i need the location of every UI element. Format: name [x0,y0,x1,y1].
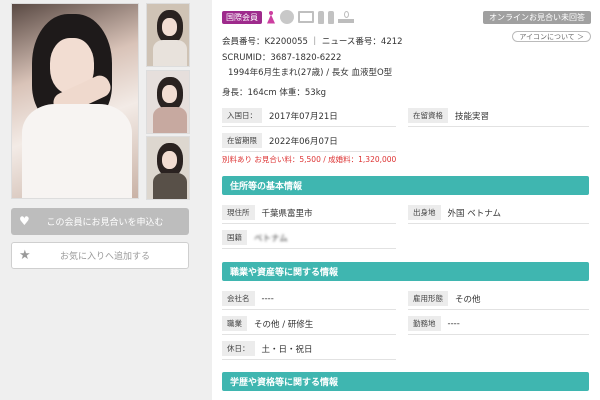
workplace-value: ---- [447,318,460,329]
employment-type-label: 雇用形態 [408,291,448,306]
left-column: ♥ この会員にお見合いを申込む ★ お気に入りへ追加する [0,0,200,400]
entry-date-value: 2017年07月21日 [269,111,338,122]
employment-type-value: その他 [455,294,481,305]
workplace-label: 勤務地 [408,316,441,331]
education-section-header: 学歴や資格等に関する情報 [222,372,589,391]
add-favorite-label: お気に入りへ追加する [59,252,150,262]
entry-date-label: 入国日： [222,108,262,123]
current-address-label: 現住所 [222,205,255,220]
residence-status-label: 在留資格 [408,108,448,123]
holiday-field: 休日： 土・日・祝日 [222,338,396,360]
nationality-label: 国籍 [222,230,247,245]
hometown-label: 出身地 [408,205,441,220]
thumbnail-photo[interactable] [146,136,190,200]
apply-meeting-button[interactable]: ♥ この会員にお見合いを申込む [11,208,189,235]
address-section-header: 住所等の基本情報 [222,176,589,195]
scrum-id: SCRUMID：3687-1820-6222 [222,53,342,63]
current-address-value: 千葉県富里市 [261,208,313,219]
residence-status-field: 在留資格 技能実習 [408,105,589,127]
bottle-icon [328,10,334,24]
international-member-badge: 国際会員 [222,10,262,24]
residence-period-field: 在留期限 2022年06月07日 [222,130,396,152]
job-section-header: 職業や資産等に関する情報 [222,262,589,281]
occupation-label: 職業 [222,316,247,331]
thumbnail-photo[interactable] [146,70,190,134]
smoking-icon [338,11,354,23]
online-meeting-status-badge: オンラインお見合い未回答 [483,11,591,24]
current-address-field: 現住所 千葉県富里市 [222,202,396,224]
occupation-value: その他 / 研修生 [254,319,314,330]
apply-meeting-label: この会員にお見合いを申込む [46,218,164,228]
hometown-value: 外国 ベトナム [447,208,501,219]
workplace-field: 勤務地 ---- [408,313,589,335]
thumbnail-photo[interactable] [146,3,190,67]
female-icon [266,10,276,24]
fee-note: 別料あり お見合い料：5,500 / 成婚料：1,320,000 [222,155,397,164]
circle-icon [280,10,294,24]
main-photo[interactable] [11,3,139,199]
residence-status-value: 技能実習 [455,111,490,122]
hometown-field: 出身地 外国 ベトナム [408,202,589,224]
heart-icon: ♥ [19,214,30,228]
company-value: ---- [261,293,274,304]
nationality-value: ベトナム [254,233,288,244]
occupation-field: 職業 その他 / 研修生 [222,313,396,335]
monitor-icon [298,11,314,23]
employment-type-field: 雇用形態 その他 [408,288,589,310]
residence-period-label: 在留期限 [222,133,262,148]
bottle-icon [318,10,324,24]
residence-period-value: 2022年06月07日 [269,136,338,147]
member-number: 会員番号：K2200055 ｜ ニュース番号：4212 [222,37,403,47]
birth-info: 1994年6月生まれ(27歳) / 長女 血液型O型 [228,68,393,78]
holiday-label: 休日： [222,341,255,356]
company-label: 会社名 [222,291,255,306]
entry-date-field: 入国日： 2017年07月21日 [222,105,396,127]
icon-about-button[interactable]: アイコンについて ＞ [512,31,591,42]
body-info: 身長：164cm 体重：53kg [222,88,327,98]
profile-panel: 国際会員 オンラインお見合い未回答 アイコンについて ＞ 会員番号：K22000… [212,0,600,400]
nationality-field: 国籍 ベトナム [222,227,396,249]
star-icon: ★ [19,248,31,263]
holiday-value: 土・日・祝日 [261,344,313,355]
member-icon-row: 国際会員 [222,10,354,24]
company-field: 会社名 ---- [222,288,396,310]
add-favorite-button[interactable]: ★ お気に入りへ追加する [11,242,189,269]
